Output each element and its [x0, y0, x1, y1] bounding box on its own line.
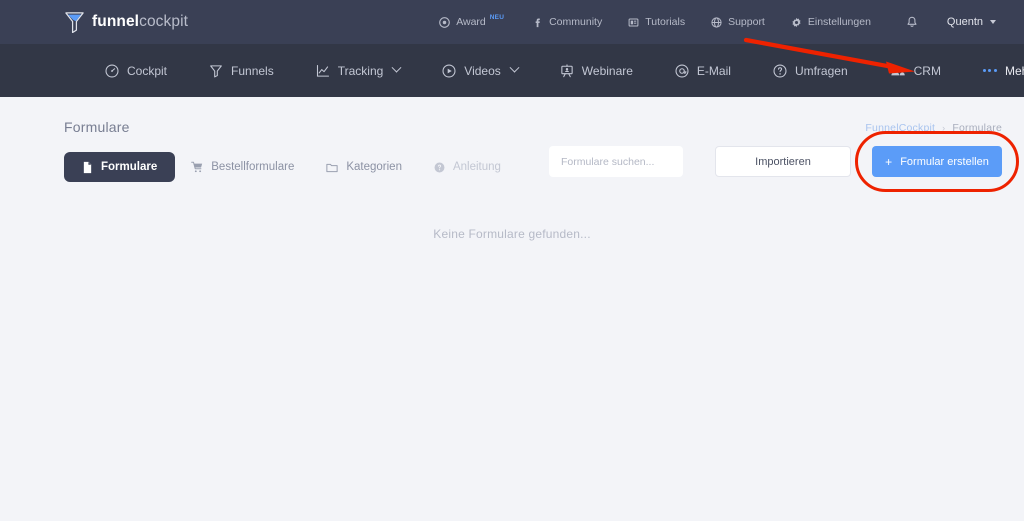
presentation-icon	[560, 64, 574, 78]
top-item-settings[interactable]: Einstellungen	[778, 16, 884, 28]
award-new-badge: NEU	[490, 14, 504, 21]
top-item-community[interactable]: Community	[519, 16, 615, 28]
nav-item-mehr-label: Mehr	[1005, 64, 1024, 78]
nav-item-tracking-label: Tracking	[338, 64, 384, 78]
nav-item-cockpit-label: Cockpit	[127, 64, 167, 78]
funnel-logo-icon	[64, 11, 85, 33]
breadcrumb: FunnelCockpit › Formulare	[865, 122, 1002, 134]
top-item-tutorials[interactable]: Tutorials	[615, 16, 698, 28]
book-icon	[628, 17, 639, 28]
globe-icon	[711, 17, 722, 28]
facebook-icon	[532, 17, 543, 28]
nav-item-email-label: E-Mail	[697, 64, 731, 78]
top-item-tutorials-label: Tutorials	[645, 16, 685, 28]
nav-item-webinare[interactable]: Webinare	[539, 64, 654, 78]
bell-icon	[906, 16, 918, 29]
chart-line-icon	[316, 64, 330, 78]
gauge-icon	[105, 64, 119, 78]
question-circle-icon	[773, 64, 787, 78]
nav-item-funnels-label: Funnels	[231, 64, 274, 78]
create-form-button-wrapper: + Formular erstellen	[872, 146, 1002, 177]
breadcrumb-separator: ›	[942, 123, 945, 133]
nav-item-crm-label: CRM	[914, 64, 941, 78]
funnel-icon	[209, 64, 223, 78]
award-icon	[439, 17, 450, 28]
nav-item-webinare-label: Webinare	[582, 64, 633, 78]
breadcrumb-root[interactable]: FunnelCockpit	[865, 122, 935, 134]
top-item-support-label: Support	[728, 16, 765, 28]
page-title: Formulare	[64, 119, 130, 135]
users-icon	[890, 64, 906, 78]
nav-items: Cockpit Funnels Tracking Videos	[84, 64, 1024, 78]
help-circle-icon	[434, 162, 445, 173]
empty-state-message: Keine Formulare gefunden...	[0, 227, 1024, 241]
brand-name: funnelcockpit	[92, 13, 188, 31]
notifications-button[interactable]	[884, 16, 934, 29]
tab-kategorien[interactable]: Kategorien	[310, 152, 418, 182]
page-toolbar: Formulare Bestellformulare Kategorien	[64, 152, 1002, 194]
gear-icon	[791, 17, 802, 28]
top-item-settings-label: Einstellungen	[808, 16, 871, 28]
top-bar-menu: Award NEU Community Tutorials Suppor	[426, 16, 996, 29]
nav-item-email[interactable]: E-Mail	[654, 64, 752, 78]
tab-bestellformulare-label: Bestellformulare	[211, 161, 294, 173]
create-form-button[interactable]: + Formular erstellen	[872, 146, 1002, 177]
tab-kategorien-label: Kategorien	[346, 161, 402, 173]
ellipsis-icon	[983, 69, 997, 72]
tab-bestellformulare[interactable]: Bestellformulare	[175, 152, 310, 182]
app-root: funnelcockpit Award NEU Community	[0, 0, 1024, 521]
breadcrumb-current: Formulare	[952, 122, 1002, 134]
tab-formulare-label: Formulare	[101, 161, 157, 173]
user-menu-label: Quentn	[947, 16, 983, 28]
nav-item-umfragen-label: Umfragen	[795, 64, 848, 78]
tab-anleitung-label: Anleitung	[453, 161, 501, 173]
top-bar: funnelcockpit Award NEU Community	[0, 0, 1024, 44]
user-menu[interactable]: Quentn	[934, 16, 996, 28]
nav-item-crm[interactable]: CRM	[869, 64, 962, 78]
toolbar-controls: Importieren + Formular erstellen	[549, 146, 1002, 177]
document-icon	[82, 161, 93, 174]
content-tabs: Formulare Bestellformulare Kategorien	[64, 152, 517, 182]
top-item-award-label: Award	[456, 16, 486, 28]
folder-icon	[326, 162, 338, 173]
chevron-down-icon	[990, 20, 996, 24]
at-icon	[675, 64, 689, 78]
main-navigation: Cockpit Funnels Tracking Videos	[0, 44, 1024, 97]
nav-item-cockpit[interactable]: Cockpit	[84, 64, 188, 78]
nav-item-videos[interactable]: Videos	[421, 64, 538, 78]
nav-item-videos-label: Videos	[464, 64, 500, 78]
page-content: Formulare FunnelCockpit › Formulare Form…	[0, 97, 1024, 521]
nav-item-umfragen[interactable]: Umfragen	[752, 64, 869, 78]
cart-icon	[191, 161, 203, 173]
top-item-support[interactable]: Support	[698, 16, 778, 28]
tab-anleitung[interactable]: Anleitung	[418, 152, 517, 182]
chevron-down-icon	[509, 63, 519, 73]
create-form-button-label: Formular erstellen	[900, 156, 989, 168]
nav-item-funnels[interactable]: Funnels	[188, 64, 295, 78]
plus-icon: +	[885, 155, 892, 169]
search-input[interactable]	[549, 146, 683, 177]
chevron-down-icon	[392, 63, 402, 73]
nav-item-mehr[interactable]: Mehr	[962, 64, 1024, 78]
top-item-award[interactable]: Award NEU	[426, 16, 519, 28]
top-item-community-label: Community	[549, 16, 602, 28]
brand-name-bold: funnel	[92, 13, 139, 30]
import-button-label: Importieren	[755, 156, 811, 168]
play-circle-icon	[442, 64, 456, 78]
import-button[interactable]: Importieren	[715, 146, 851, 177]
nav-item-tracking[interactable]: Tracking	[295, 64, 422, 78]
tab-formulare[interactable]: Formulare	[64, 152, 175, 182]
brand-logo[interactable]: funnelcockpit	[64, 11, 188, 33]
brand-name-light: cockpit	[139, 13, 188, 30]
